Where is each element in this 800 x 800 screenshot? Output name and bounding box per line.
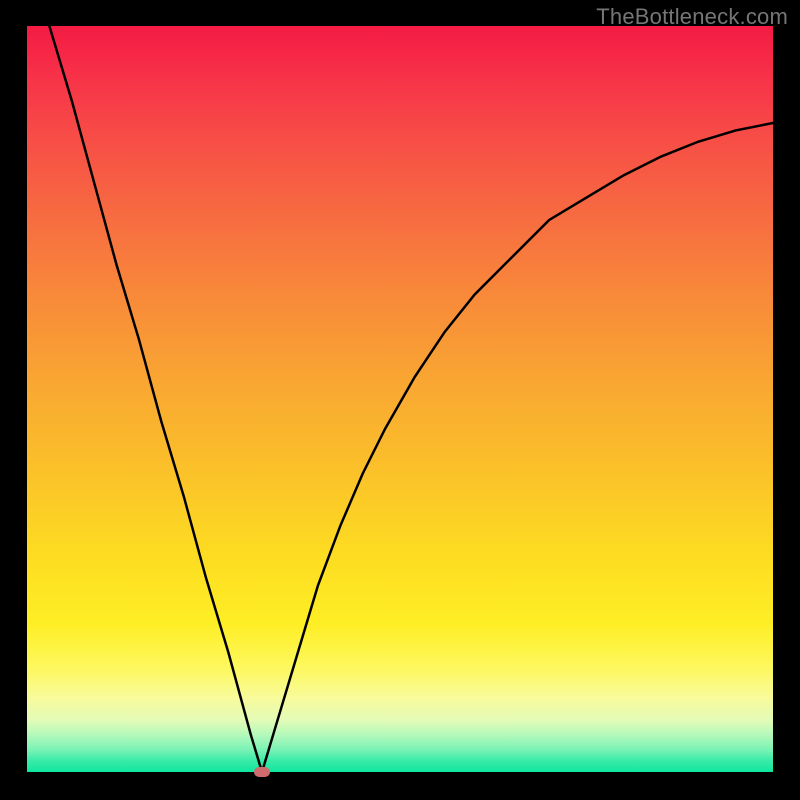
curve-svg	[27, 26, 773, 772]
plot-area	[27, 26, 773, 772]
optimum-marker	[254, 767, 270, 777]
chart-frame: TheBottleneck.com	[0, 0, 800, 800]
bottleneck-curve	[49, 26, 773, 772]
